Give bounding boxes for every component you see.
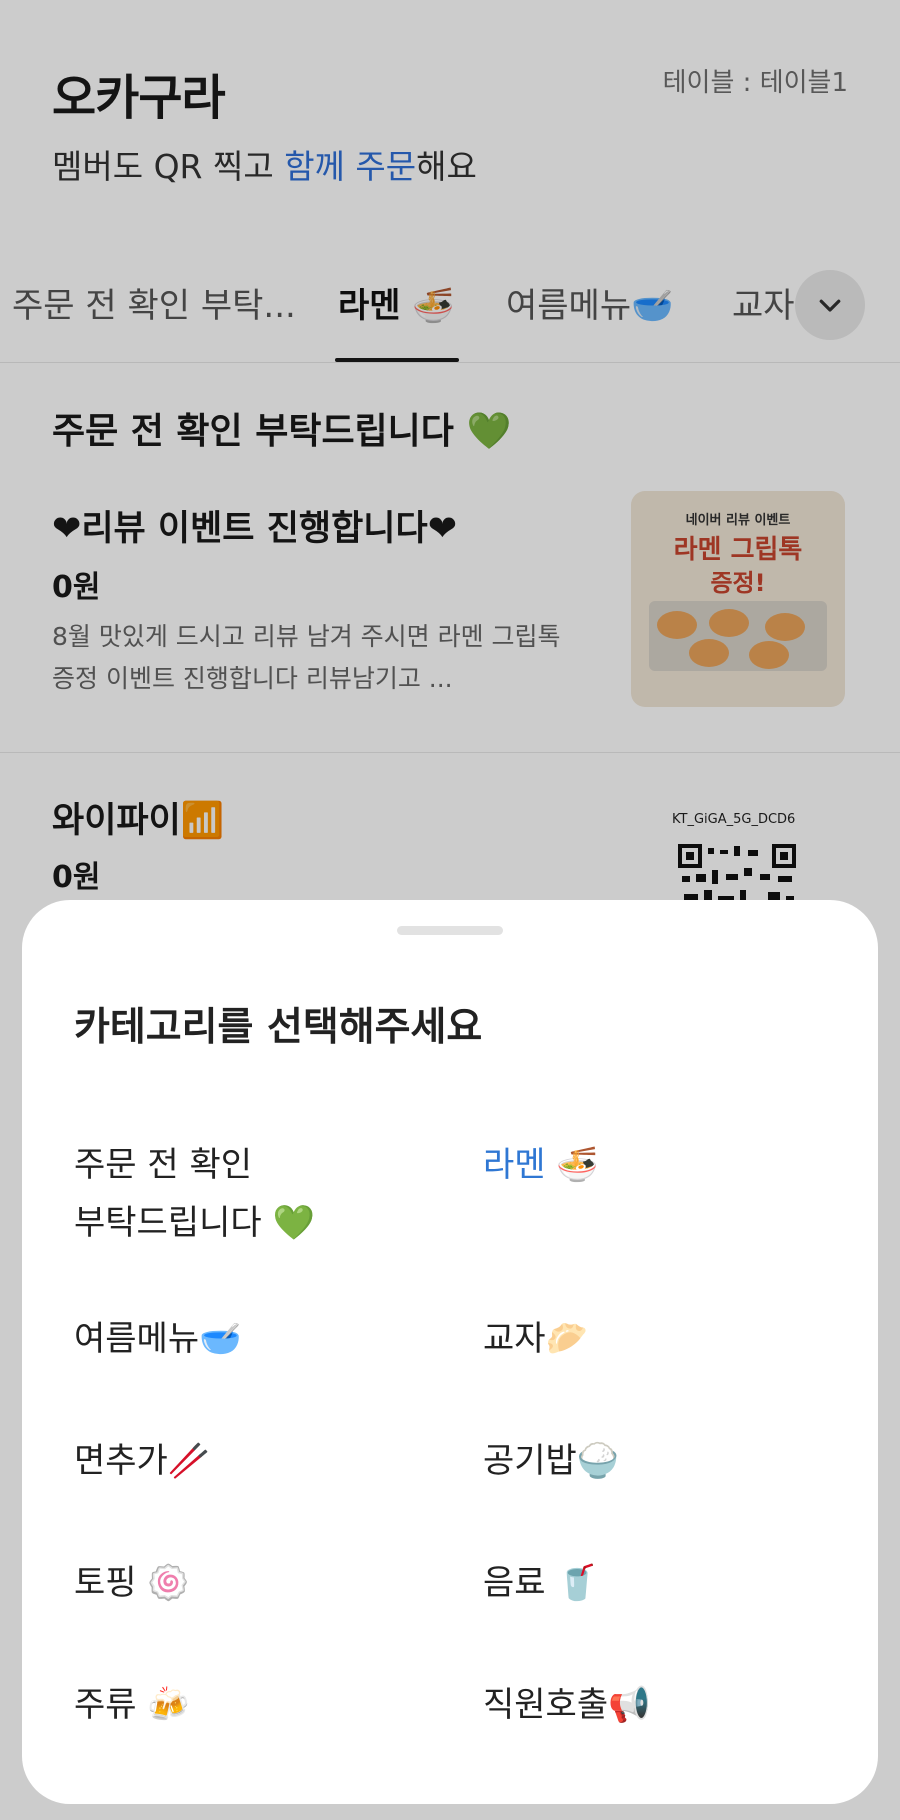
category-check-before-order[interactable]: 주문 전 확인 부탁드립니다 💚 (74, 1136, 315, 1252)
category-ramen[interactable]: 라멘 🍜 (483, 1136, 599, 1194)
category-rice[interactable]: 공기밥🍚 (483, 1432, 619, 1490)
order-page: 오카구라 테이블 : 테이블1 멤버도 QR 찍고 함께 주문해요 주문 전 확… (0, 0, 900, 1820)
sheet-title: 카테고리를 선택해주세요 (74, 1005, 483, 1050)
category-gyoza[interactable]: 교자🥟 (483, 1310, 588, 1368)
category-call-staff[interactable]: 직원호출📢 (483, 1676, 650, 1734)
category-label-line: 주문 전 확인 (74, 1145, 253, 1185)
category-drinks[interactable]: 음료 🥤 (483, 1554, 599, 1612)
category-label-line: 부탁드립니다 💚 (74, 1203, 315, 1243)
category-alcohol[interactable]: 주류 🍻 (74, 1676, 190, 1734)
sheet-drag-handle[interactable] (397, 926, 503, 935)
category-summer-menu[interactable]: 여름메뉴🥣 (74, 1310, 241, 1368)
category-extra-noodles[interactable]: 면추가🥢 (74, 1432, 210, 1490)
category-toppings[interactable]: 토핑 🍥 (74, 1554, 190, 1612)
category-sheet: 카테고리를 선택해주세요 주문 전 확인 부탁드립니다 💚 라멘 🍜 여름메뉴🥣… (22, 900, 878, 1804)
